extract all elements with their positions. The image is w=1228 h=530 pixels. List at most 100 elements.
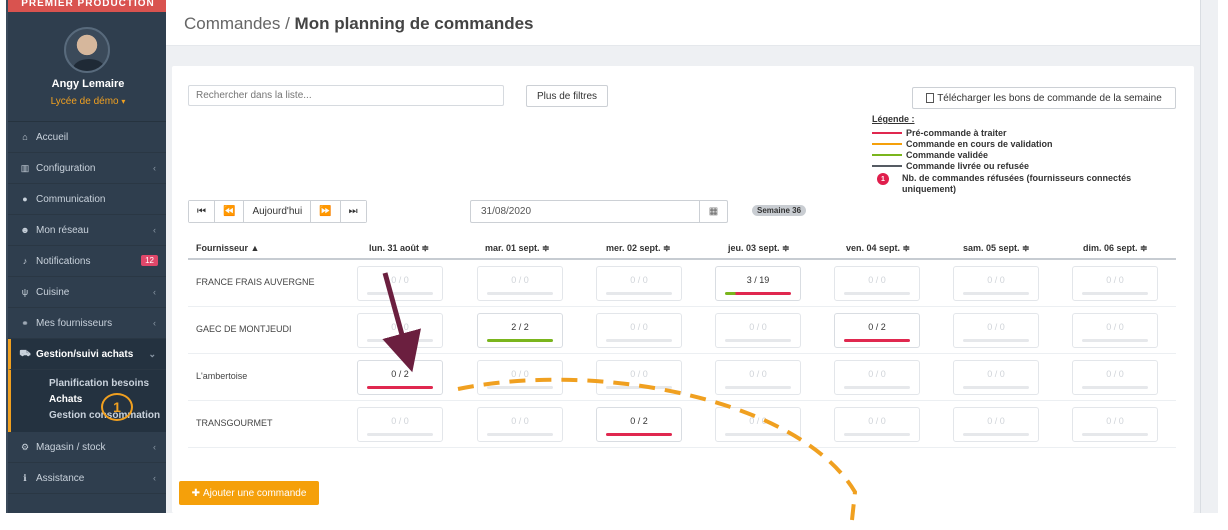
download-label: Télécharger les bons de commande de la s… (937, 92, 1162, 104)
breadcrumb-root[interactable]: Commandes (184, 14, 280, 33)
order-cell[interactable]: 3 / 19 (715, 266, 801, 301)
order-count: 0 / 0 (630, 275, 648, 285)
bank-icon: ▥ (20, 162, 30, 173)
order-cell[interactable]: 0 / 0 (1072, 313, 1158, 348)
sidebar-item-notifications[interactable]: ♪ Notifications 12 (8, 246, 166, 277)
column-header-day[interactable]: sam. 05 sept. ≑ (963, 243, 1030, 254)
school-selector[interactable]: Lycée de démo ▾ (8, 96, 166, 107)
first-week-icon[interactable]: ⏮ (189, 201, 215, 222)
chevron-left-icon: ‹ (153, 225, 156, 235)
order-cell[interactable]: 0 / 0 (834, 407, 920, 442)
submenu-item-planification[interactable]: Planification besoins (11, 376, 166, 392)
search-input[interactable] (188, 85, 504, 106)
order-cell[interactable]: 0 / 2 (596, 407, 682, 442)
column-header-day[interactable]: ven. 04 sept. ≑ (846, 243, 910, 254)
order-cell[interactable]: 0 / 0 (596, 360, 682, 395)
order-cell[interactable]: 0 / 0 (953, 360, 1039, 395)
column-header-day[interactable]: jeu. 03 sept. ≑ (728, 243, 790, 254)
prev-week-icon[interactable]: ⏪ (215, 201, 245, 222)
sidebar-item-label: Communication (36, 193, 106, 205)
avatar[interactable] (64, 27, 110, 73)
calendar-icon[interactable]: ▦ (699, 201, 727, 222)
submenu-item-achats[interactable]: Achats (11, 392, 166, 408)
status-bar (844, 433, 910, 436)
order-cell[interactable]: 0 / 0 (834, 266, 920, 301)
sidebar-item-magasin-stock[interactable]: ⚙ Magasin / stock ‹ (8, 432, 166, 463)
sidebar-item-accueil[interactable]: ⌂ Accueil (8, 122, 166, 153)
column-header-day[interactable]: dim. 06 sept. ≑ (1083, 243, 1148, 254)
sidebar-item-label: Assistance (36, 472, 85, 484)
table-header: Fournisseur ▲ lun. 31 août ≑ mar. 01 sep… (188, 238, 1176, 260)
status-bar (367, 386, 433, 389)
next-week-icon[interactable]: ⏩ (311, 201, 341, 222)
order-cell[interactable]: 0 / 0 (834, 360, 920, 395)
order-cell[interactable]: 0 / 0 (1072, 407, 1158, 442)
status-bar (963, 433, 1029, 436)
order-cell[interactable]: 0 / 0 (596, 266, 682, 301)
order-cell[interactable]: 0 / 0 (953, 266, 1039, 301)
week-navigation: ⏮ ⏪ Aujourd'hui ⏩ ⏭ (188, 200, 367, 223)
submenu-item-gestion-consommation[interactable]: Gestion consommation (11, 408, 166, 424)
order-cell[interactable]: 0 / 0 (953, 407, 1039, 442)
column-header-day[interactable]: lun. 31 août ≑ (369, 243, 429, 254)
order-cell[interactable]: 2 / 2 (477, 313, 563, 348)
sidebar-item-assistance[interactable]: ℹ Assistance ‹ (8, 463, 166, 494)
order-cell[interactable]: 0 / 2 (357, 360, 443, 395)
status-bar (725, 292, 791, 295)
caret-down-icon: ▾ (121, 97, 126, 106)
order-count: 0 / 0 (511, 275, 529, 285)
order-cell[interactable]: 0 / 0 (357, 407, 443, 442)
sidebar-item-communication[interactable]: ● Communication (8, 184, 166, 215)
order-cell[interactable]: 0 / 0 (357, 266, 443, 301)
legend-label: Commande validée (906, 149, 989, 160)
order-count: 0 / 2 (868, 322, 886, 332)
cart-icon: ⛟ (19, 348, 31, 358)
download-orders-button[interactable]: Télécharger les bons de commande de la s… (912, 87, 1176, 109)
order-cell[interactable]: 0 / 0 (715, 313, 801, 348)
order-count: 0 / 0 (868, 416, 886, 426)
file-icon (926, 93, 935, 103)
order-cell[interactable]: 0 / 0 (477, 266, 563, 301)
submenu-achats: Planification besoins Achats Gestion con… (8, 370, 166, 432)
column-header-supplier[interactable]: Fournisseur ▲ (196, 243, 259, 253)
date-picker[interactable]: 31/08/2020 ▦ (470, 200, 728, 223)
order-cell[interactable]: 0 / 0 (953, 313, 1039, 348)
status-bar (367, 433, 433, 436)
status-bar (487, 339, 553, 342)
sidebar-item-cuisine[interactable]: ψ Cuisine ‹ (8, 277, 166, 308)
order-cell[interactable]: 0 / 0 (715, 360, 801, 395)
last-week-icon[interactable]: ⏭ (340, 201, 366, 222)
scrollbar-track[interactable] (1200, 0, 1218, 513)
column-header-day[interactable]: mar. 01 sept. ≑ (485, 243, 550, 254)
sidebar-item-label: Accueil (36, 131, 69, 143)
order-count: 0 / 0 (391, 416, 409, 426)
sidebar-item-gestion-achats[interactable]: ⛟ Gestion/suivi achats ⌄ (8, 339, 166, 370)
supplier-name: TRANSGOURMET (196, 418, 273, 428)
order-count: 2 / 2 (511, 322, 529, 332)
order-count: 0 / 0 (868, 275, 886, 285)
sidebar-item-mes-fournisseurs[interactable]: ⚭ Mes fournisseurs ‹ (8, 308, 166, 339)
order-count: 0 / 0 (511, 416, 529, 426)
sidebar-item-mon-reseau[interactable]: ☻ Mon réseau ‹ (8, 215, 166, 246)
add-order-button[interactable]: ✚ Ajouter une commande (179, 481, 319, 505)
more-filters-button[interactable]: Plus de filtres (526, 85, 608, 107)
handshake-icon: ⚭ (21, 317, 29, 328)
home-icon: ⌂ (22, 132, 28, 142)
sidebar: PREMIER PRODUCTION Angy Lemaire Lycée de… (6, 0, 166, 513)
order-cell[interactable]: 0 / 0 (1072, 266, 1158, 301)
legend-item: Commande livrée ou refusée (872, 160, 1162, 171)
order-cell[interactable]: 0 / 2 (834, 313, 920, 348)
today-button[interactable]: Aujourd'hui (244, 201, 312, 222)
order-cell[interactable]: 0 / 0 (715, 407, 801, 442)
order-cell[interactable]: 0 / 0 (477, 407, 563, 442)
order-cell[interactable]: 0 / 0 (1072, 360, 1158, 395)
order-cell[interactable]: 0 / 0 (357, 313, 443, 348)
app-window: PREMIER PRODUCTION Angy Lemaire Lycée de… (0, 0, 1228, 530)
sidebar-item-configuration[interactable]: ▥ Configuration ‹ (8, 153, 166, 184)
column-header-day[interactable]: mer. 02 sept. ≑ (606, 243, 671, 254)
order-cell[interactable]: 0 / 0 (477, 360, 563, 395)
order-cell[interactable]: 0 / 0 (596, 313, 682, 348)
order-count: 0 / 0 (749, 322, 767, 332)
chevron-down-icon: ⌄ (148, 349, 156, 359)
chevron-left-icon: ‹ (153, 287, 156, 297)
